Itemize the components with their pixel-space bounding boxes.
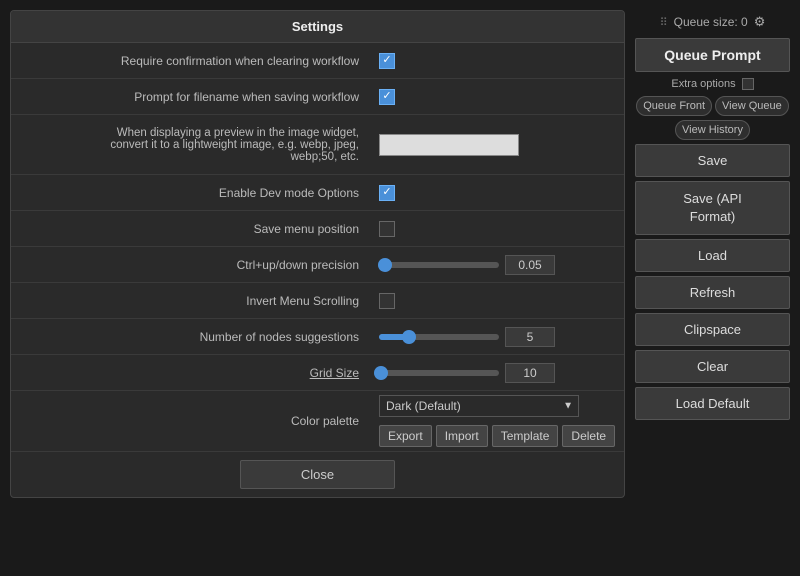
- palette-export-button[interactable]: Export: [379, 425, 432, 447]
- preview-format-input[interactable]: [379, 134, 519, 156]
- queue-options-row-2: View History: [635, 120, 790, 140]
- palette-template-button[interactable]: Template: [492, 425, 559, 447]
- main-area: Settings Require confirmation when clear…: [0, 0, 800, 576]
- extra-options-row: Extra options: [635, 76, 790, 92]
- nodes-slider-container: 5: [379, 327, 555, 347]
- control-preview-format: [371, 130, 624, 160]
- settings-row-save-menu: Save menu position ✓: [11, 211, 624, 247]
- label-prompt-filename: Prompt for filename when saving workflow: [11, 84, 371, 110]
- check-mark-2: ✓: [382, 91, 391, 102]
- view-history-button[interactable]: View History: [675, 120, 750, 140]
- queue-prompt-button[interactable]: Queue Prompt: [635, 38, 790, 72]
- settings-row-prompt-filename: Prompt for filename when saving workflow…: [11, 79, 624, 115]
- control-grid-size: 10: [371, 359, 624, 387]
- palette-select-wrapper: Dark (Default) Light Custom ▼: [379, 395, 579, 417]
- label-invert-scroll: Invert Menu Scrolling: [11, 288, 371, 314]
- settings-row-confirm-clear: Require confirmation when clearing workf…: [11, 43, 624, 79]
- label-preview-format: When displaying a preview in the image w…: [11, 121, 371, 169]
- precision-slider-value: 0.05: [505, 255, 555, 275]
- checkbox-invert-scroll[interactable]: ✓: [379, 293, 395, 309]
- nodes-slider-value: 5: [505, 327, 555, 347]
- settings-row-nodes-suggestions: Number of nodes suggestions 5: [11, 319, 624, 355]
- settings-title: Settings: [11, 11, 624, 43]
- checkbox-confirm-clear[interactable]: ✓: [379, 53, 395, 69]
- control-confirm-clear: ✓: [371, 49, 624, 73]
- grid-slider-container: 10: [379, 363, 555, 383]
- queue-header: ⠿ Queue size: 0 ⚙: [635, 10, 790, 34]
- control-precision: 0.05: [371, 251, 624, 279]
- clear-button[interactable]: Clear: [635, 350, 790, 383]
- view-queue-button[interactable]: View Queue: [715, 96, 789, 116]
- extra-options-label: Extra options: [671, 78, 735, 90]
- label-dev-mode: Enable Dev mode Options: [11, 180, 371, 206]
- gear-icon[interactable]: ⚙: [754, 14, 766, 30]
- settings-row-invert-scroll: Invert Menu Scrolling ✓: [11, 283, 624, 319]
- check-mark-3: ✓: [382, 187, 391, 198]
- control-dev-mode: ✓: [371, 181, 624, 205]
- queue-front-button[interactable]: Queue Front: [636, 96, 712, 116]
- settings-row-dev-mode: Enable Dev mode Options ✓: [11, 175, 624, 211]
- label-grid-size: Grid Size: [11, 360, 371, 386]
- nodes-slider-thumb[interactable]: [402, 330, 416, 344]
- checkbox-save-menu[interactable]: ✓: [379, 221, 395, 237]
- precision-slider-container: 0.05: [379, 255, 555, 275]
- label-nodes-suggestions: Number of nodes suggestions: [11, 324, 371, 350]
- settings-row-grid-size: Grid Size 10: [11, 355, 624, 391]
- checkbox-dev-mode[interactable]: ✓: [379, 185, 395, 201]
- precision-slider-track[interactable]: [379, 262, 499, 268]
- grid-slider-value: 10: [505, 363, 555, 383]
- control-invert-scroll: ✓: [371, 289, 624, 313]
- checkbox-prompt-filename[interactable]: ✓: [379, 89, 395, 105]
- grid-slider-thumb[interactable]: [374, 366, 388, 380]
- queue-options-row: Queue Front View Queue: [635, 96, 790, 116]
- load-button[interactable]: Load: [635, 239, 790, 272]
- control-color-palette: Dark (Default) Light Custom ▼ Export Imp…: [371, 391, 624, 451]
- settings-row-color-palette: Color palette Dark (Default) Light Custo…: [11, 391, 624, 452]
- grid-size-underline: Grid Size: [310, 366, 359, 380]
- palette-buttons-row: Export Import Template Delete: [379, 425, 615, 447]
- palette-delete-button[interactable]: Delete: [562, 425, 615, 447]
- label-precision: Ctrl+up/down precision: [11, 252, 371, 278]
- settings-panel: Settings Require confirmation when clear…: [10, 10, 625, 498]
- refresh-button[interactable]: Refresh: [635, 276, 790, 309]
- palette-select[interactable]: Dark (Default) Light Custom: [379, 395, 579, 417]
- precision-slider-thumb[interactable]: [378, 258, 392, 272]
- palette-import-button[interactable]: Import: [436, 425, 488, 447]
- save-button[interactable]: Save: [635, 144, 790, 177]
- queue-size-label: Queue size: 0: [674, 15, 748, 29]
- close-button[interactable]: Close: [240, 460, 395, 489]
- drag-handle-icon[interactable]: ⠿: [660, 16, 668, 29]
- clipspace-button[interactable]: Clipspace: [635, 313, 790, 346]
- settings-row-preview-format: When displaying a preview in the image w…: [11, 115, 624, 175]
- label-save-menu: Save menu position: [11, 216, 371, 242]
- extra-options-checkbox[interactable]: [742, 78, 754, 90]
- label-color-palette: Color palette: [11, 408, 371, 434]
- settings-row-precision: Ctrl+up/down precision 0.05: [11, 247, 624, 283]
- check-mark: ✓: [382, 55, 391, 66]
- load-default-button[interactable]: Load Default: [635, 387, 790, 420]
- label-confirm-clear: Require confirmation when clearing workf…: [11, 48, 371, 74]
- right-sidebar: ⠿ Queue size: 0 ⚙ Queue Prompt Extra opt…: [635, 10, 790, 420]
- grid-slider-track[interactable]: [379, 370, 499, 376]
- control-prompt-filename: ✓: [371, 85, 624, 109]
- save-api-button[interactable]: Save (APIFormat): [635, 181, 790, 235]
- control-save-menu: ✓: [371, 217, 624, 241]
- close-row: Close: [11, 452, 624, 497]
- nodes-slider-track[interactable]: [379, 334, 499, 340]
- control-nodes-suggestions: 5: [371, 323, 624, 351]
